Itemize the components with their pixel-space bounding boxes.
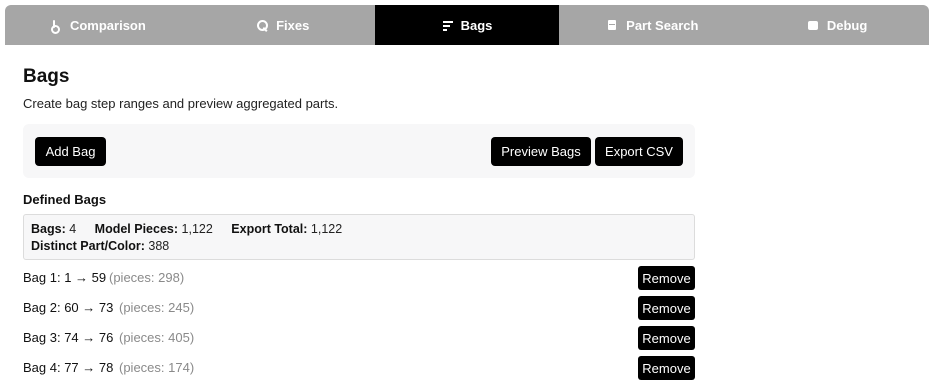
tab-fixes[interactable]: Fixes <box>190 5 375 45</box>
remove-bag-button[interactable]: Remove <box>638 296 695 320</box>
export-total-label: Export Total: <box>231 222 308 236</box>
distinct-part-color-value: 388 <box>148 239 170 253</box>
note-icon <box>49 18 63 34</box>
tab-comparison[interactable]: Comparison <box>5 5 190 45</box>
document-icon <box>605 18 619 32</box>
bags-summary: Bags: 4 Model Pieces: 1,122 Export Total… <box>23 214 695 260</box>
tab-label: Part Search <box>626 17 699 33</box>
preview-bags-button[interactable]: Preview Bags <box>491 137 591 166</box>
bag-row: Bag 4: 77 → 78 (pieces: 174) Remove <box>23 356 695 380</box>
tab-bags[interactable]: Bags <box>374 5 560 45</box>
bag-range-label: Bag 2: 60 → 73 <box>23 300 114 315</box>
bag-pieces-count: (pieces: 405) <box>119 330 195 345</box>
page-title: Bags <box>23 66 70 87</box>
tab-bar: Comparison Fixes Bags Part Search Debug <box>5 5 929 45</box>
summary-line: Bags: 4 Model Pieces: 1,122 Export Total… <box>31 222 342 236</box>
bags-count-value: 4 <box>69 222 77 236</box>
remove-bag-button[interactable]: Remove <box>638 356 695 380</box>
tab-label: Debug <box>826 17 868 33</box>
remove-bag-button[interactable]: Remove <box>638 326 695 350</box>
page-subtitle: Create bag step ranges and preview aggre… <box>23 96 339 111</box>
tab-label: Bags <box>460 17 493 33</box>
tab-label: Fixes <box>276 17 310 33</box>
bag-pieces-count: (pieces: 298) <box>109 270 185 285</box>
export-total-value: 1,122 <box>310 222 343 236</box>
bag-pieces-count: (pieces: 174) <box>119 360 195 375</box>
tab-debug[interactable]: Debug <box>744 5 929 45</box>
bag-range-label: Bag 1: 1 → 59 <box>23 270 107 285</box>
section-title: Defined Bags <box>23 192 107 207</box>
summary-line: Distinct Part/Color: 388 <box>31 239 169 253</box>
model-pieces-label: Model Pieces: <box>94 222 179 236</box>
tab-part-search[interactable]: Part Search <box>559 5 744 45</box>
remove-bag-button[interactable]: Remove <box>638 266 695 290</box>
bag-range-label: Bag 3: 74 → 76 <box>23 330 114 345</box>
bag-range-label: Bag 4: 77 → 78 <box>23 360 114 375</box>
bag-row: Bag 1: 1 → 59 (pieces: 298) Remove <box>23 266 695 290</box>
model-pieces-value: 1,122 <box>181 222 213 236</box>
bag-pieces-count: (pieces: 245) <box>119 300 195 315</box>
distinct-part-color-label: Distinct Part/Color: <box>31 239 145 253</box>
toolbar: Add Bag Preview Bags Export CSV <box>23 124 695 178</box>
tab-label: Comparison <box>69 17 146 33</box>
bags-count-label: Bags: <box>31 222 66 236</box>
bag-row: Bag 2: 60 → 73 (pieces: 245) Remove <box>23 296 695 320</box>
export-csv-button[interactable]: Export CSV <box>595 137 683 166</box>
add-bag-button[interactable]: Add Bag <box>35 137 106 166</box>
square-icon <box>806 18 820 32</box>
bag-row: Bag 3: 74 → 76 (pieces: 405) Remove <box>23 326 695 350</box>
search-icon <box>255 18 269 32</box>
bars-icon <box>442 18 454 32</box>
